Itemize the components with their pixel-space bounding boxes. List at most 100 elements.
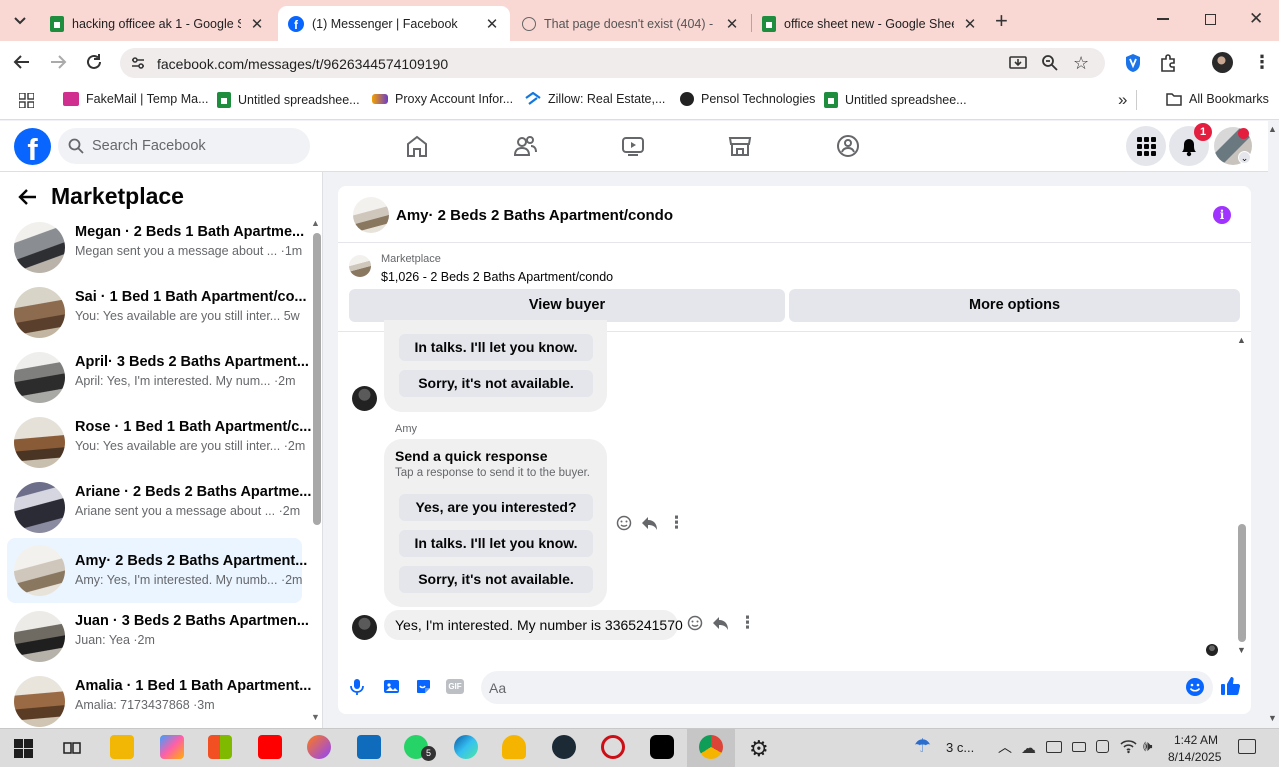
back-arrow-button[interactable] <box>18 187 38 207</box>
app-badge-icon[interactable] <box>502 735 526 759</box>
tiktok-icon[interactable] <box>650 735 674 759</box>
back-button[interactable] <box>12 53 32 71</box>
install-app-icon[interactable] <box>1009 54 1027 72</box>
volume-icon[interactable]: 🕪 <box>1143 738 1152 755</box>
browser-menu-icon[interactable]: ⋮ <box>1253 52 1271 73</box>
view-buyer-button[interactable]: View buyer <box>349 289 785 322</box>
search-facebook-input[interactable]: Search Facebook <box>58 128 310 164</box>
profile-avatar[interactable] <box>1212 52 1233 73</box>
chat-scroll-up-icon[interactable]: ▲ <box>1237 335 1246 345</box>
more-actions-icon[interactable]: ⋮ <box>668 513 685 533</box>
listing-thumbnail[interactable] <box>349 255 371 277</box>
nav-groups[interactable] <box>835 133 861 159</box>
nav-marketplace[interactable] <box>727 133 753 159</box>
message-input[interactable] <box>481 671 1213 704</box>
bookmark-fakemail[interactable]: FakeMail | Temp Ma... <box>63 92 209 106</box>
zoom-icon[interactable] <box>1041 54 1059 72</box>
wifi-icon[interactable] <box>1120 739 1137 754</box>
conversation-item-selected[interactable]: Amy· 2 Beds 2 Baths Apartment... Amy: Ye… <box>7 538 307 603</box>
page-scroll-down-icon[interactable]: ▼ <box>1268 713 1277 723</box>
conversation-item[interactable]: Amalia · 1 Bed 1 Bath Apartment... Amali… <box>7 670 311 733</box>
notification-center-icon[interactable] <box>1238 739 1256 754</box>
close-tab-icon[interactable]: ✕ <box>484 15 500 33</box>
settings-gear-icon[interactable]: ⚙ <box>749 736 769 762</box>
reload-button[interactable] <box>85 53 103 71</box>
conversation-item[interactable]: Rose · 1 Bed 1 Bath Apartment/c... You: … <box>7 411 311 474</box>
tray-app-icon[interactable] <box>1046 741 1062 753</box>
gif-icon[interactable]: GIF <box>446 679 464 694</box>
quick-reply-button[interactable]: Yes, are you interested? <box>399 494 593 521</box>
listing-price-title[interactable]: $1,026 - 2 Beds 2 Baths Apartment/condo <box>381 270 613 284</box>
clock-date[interactable]: 8/14/2025 <box>1168 750 1221 764</box>
bookmark-star-icon[interactable]: ☆ <box>1073 53 1089 74</box>
apps-grid-icon[interactable] <box>19 93 34 108</box>
new-tab-button[interactable]: + <box>995 8 1008 34</box>
emoji-icon[interactable] <box>1185 677 1205 697</box>
quick-reply-button[interactable]: In talks. I'll let you know. <box>399 530 593 557</box>
reply-arrow-icon[interactable] <box>712 615 729 631</box>
sender-avatar[interactable] <box>352 615 377 640</box>
windows-start-icon[interactable] <box>14 739 33 758</box>
tab-search-button[interactable] <box>10 10 30 30</box>
tray-device-icon[interactable] <box>1096 740 1109 753</box>
sidebar-scroll-down-icon[interactable]: ▼ <box>311 712 320 722</box>
reply-arrow-icon[interactable] <box>641 515 658 531</box>
file-explorer-icon[interactable] <box>110 735 134 759</box>
sticker-icon[interactable] <box>415 678 432 695</box>
bookmark-proxy-account[interactable]: Proxy Account Infor... <box>372 92 513 106</box>
conversation-item[interactable]: Megan · 2 Beds 1 Bath Apartme... Megan s… <box>7 216 304 279</box>
sender-avatar[interactable] <box>352 386 377 411</box>
sidebar-scrollbar[interactable] <box>313 233 321 525</box>
conversation-item[interactable]: April· 3 Beds 2 Baths Apartment... April… <box>7 346 309 409</box>
nav-friends[interactable] <box>512 133 538 159</box>
clock-time[interactable]: 1:42 AM <box>1174 733 1218 747</box>
react-smiley-icon[interactable] <box>687 615 703 631</box>
page-scroll-up-icon[interactable]: ▲ <box>1268 124 1277 134</box>
nav-watch[interactable] <box>620 133 646 159</box>
minimize-button[interactable] <box>1157 18 1169 20</box>
restore-button[interactable] <box>1205 14 1216 25</box>
browser-tab-2[interactable]: f (1) Messenger | Facebook ✕ <box>278 6 510 41</box>
nav-home[interactable] <box>404 133 430 159</box>
app-icon[interactable] <box>552 735 576 759</box>
browser-tab-1[interactable]: hacking officee ak 1 - Google Sh ✕ <box>40 6 275 41</box>
forward-button[interactable] <box>48 53 68 71</box>
quick-reply-button[interactable]: Sorry, it's not available. <box>399 370 593 397</box>
youtube-icon[interactable] <box>258 735 282 759</box>
task-view-icon[interactable] <box>63 740 81 756</box>
vpn-shield-icon[interactable] <box>1124 53 1142 73</box>
info-icon[interactable]: i <box>1213 206 1231 224</box>
chat-title[interactable]: Amy· 2 Beds 2 Baths Apartment/condo <box>396 207 673 224</box>
close-tab-icon[interactable]: ✕ <box>249 15 265 33</box>
copilot-icon[interactable] <box>160 735 184 759</box>
battery-icon[interactable] <box>1072 742 1086 752</box>
microphone-icon[interactable] <box>350 678 364 696</box>
bookmark-zillow[interactable]: Zillow: Real Estate,... <box>525 92 665 106</box>
menu-button[interactable] <box>1126 126 1166 166</box>
bookmark-untitled-spreadsheet-2[interactable]: Untitled spreadshee... <box>824 92 967 108</box>
outlook-icon[interactable] <box>357 735 381 759</box>
bookmark-pensol[interactable]: Pensol Technologies <box>680 92 815 106</box>
show-hidden-icons-chevron[interactable]: ︿ <box>998 737 1012 757</box>
more-bookmarks-chevron-icon[interactable]: » <box>1118 90 1127 110</box>
browser-tab-4[interactable]: office sheet new - Google Shee ✕ <box>752 6 988 41</box>
close-tab-icon[interactable]: ✕ <box>724 15 740 33</box>
chat-scrollbar[interactable] <box>1238 524 1246 642</box>
microsoft-store-icon[interactable] <box>208 735 232 759</box>
chrome-icon[interactable] <box>699 735 723 759</box>
browser-tab-3[interactable]: That page doesn't exist (404) - I ✕ <box>512 6 750 41</box>
more-actions-icon[interactable]: ⋮ <box>739 613 756 633</box>
close-tab-icon[interactable]: ✕ <box>962 15 978 33</box>
opera-icon[interactable] <box>601 735 625 759</box>
edge-icon[interactable] <box>454 735 478 759</box>
quick-reply-button[interactable]: In talks. I'll let you know. <box>399 334 593 361</box>
all-bookmarks[interactable]: All Bookmarks <box>1166 92 1269 106</box>
app-icon[interactable] <box>307 735 331 759</box>
more-options-button[interactable]: More options <box>789 289 1240 322</box>
url-text[interactable]: facebook.com/messages/t/9626344574109190 <box>157 56 448 72</box>
conversation-item[interactable]: Ariane · 2 Beds 2 Baths Apartme... Arian… <box>7 476 311 539</box>
conversation-item[interactable]: Juan · 3 Beds 2 Baths Apartmen... Juan: … <box>7 605 309 668</box>
quick-reply-button[interactable]: Sorry, it's not available. <box>399 566 593 593</box>
react-smiley-icon[interactable] <box>616 515 632 531</box>
weather-text[interactable]: 3 c... <box>946 740 974 755</box>
